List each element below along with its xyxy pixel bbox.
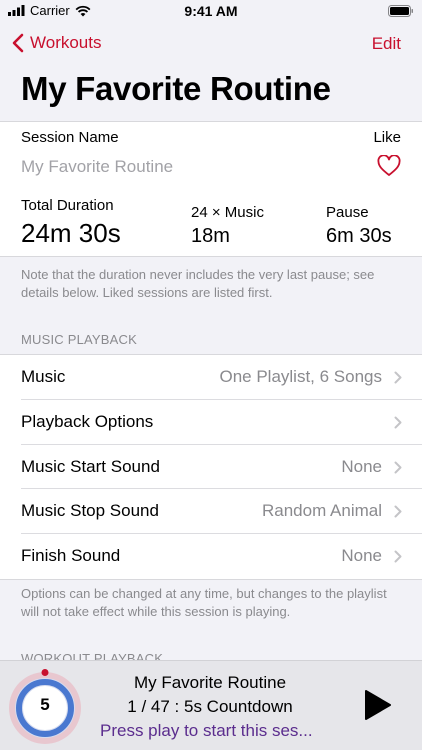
playback-options-row[interactable]: Playback Options xyxy=(0,400,422,445)
music-row[interactable]: Music One Playlist, 6 Songs xyxy=(0,355,422,400)
session-name-label: Session Name xyxy=(21,129,119,146)
edit-button[interactable]: Edit xyxy=(372,34,401,54)
row-label: Music Start Sound xyxy=(21,456,160,476)
player-hint: Press play to start this ses... xyxy=(100,721,313,740)
status-bar: Carrier 9:41 AM xyxy=(0,0,422,24)
chevron-right-icon xyxy=(394,505,402,518)
finish-sound-row[interactable]: Finish Sound None xyxy=(0,534,422,579)
row-value: Random Animal xyxy=(261,501,382,521)
row-value: One Playlist, 6 Songs xyxy=(219,367,382,386)
chevron-left-icon xyxy=(12,33,24,53)
back-label: Workouts xyxy=(30,33,102,52)
navigation-bar: Workouts Edit xyxy=(0,24,422,68)
battery-icon xyxy=(388,4,414,22)
total-duration-label: Total Duration xyxy=(21,197,114,214)
mini-player[interactable]: 5 My Favorite Routine 1 / 47 : 5s Countd… xyxy=(0,660,422,750)
page-title: My Favorite Routine xyxy=(21,70,331,107)
row-label: Music Stop Sound xyxy=(21,501,159,521)
session-name-input[interactable]: My Favorite Routine xyxy=(21,157,173,177)
music-start-sound-row[interactable]: Music Start Sound None xyxy=(0,445,422,490)
total-duration-value: 24m 30s xyxy=(21,218,121,248)
player-title: My Favorite Routine xyxy=(133,673,287,692)
music-playback-header: MUSIC PLAYBACK xyxy=(21,332,137,347)
row-label: Finish Sound xyxy=(21,546,121,566)
chevron-right-icon xyxy=(394,416,402,429)
like-label: Like xyxy=(373,129,401,146)
chevron-right-icon xyxy=(394,371,402,384)
music-playback-list: Music One Playlist, 6 Songs Playback Opt… xyxy=(0,354,422,580)
pause-duration-value: 6m 30s xyxy=(326,225,392,247)
play-button[interactable] xyxy=(364,689,392,726)
music-playback-footer: Options can be changed at any time, but … xyxy=(21,586,387,619)
pause-label: Pause xyxy=(326,204,369,221)
row-value: None xyxy=(341,456,382,476)
duration-note: Note that the duration never includes th… xyxy=(21,267,375,300)
row-label: Playback Options xyxy=(21,411,154,431)
music-count-label: 24 × Music xyxy=(191,204,264,221)
status-time: 9:41 AM xyxy=(184,3,238,19)
player-subtitle: 1 / 47 : 5s Countdown xyxy=(127,697,293,716)
row-value: None xyxy=(341,546,382,566)
play-icon xyxy=(365,690,391,720)
chevron-right-icon xyxy=(394,461,402,474)
music-duration-value: 18m xyxy=(191,225,230,247)
back-button[interactable]: Workouts xyxy=(12,33,102,53)
countdown-number: 5 xyxy=(40,695,50,714)
row-label: Music xyxy=(21,367,66,386)
music-stop-sound-row[interactable]: Music Stop Sound Random Animal xyxy=(0,489,422,534)
chevron-right-icon xyxy=(394,550,402,563)
heart-icon[interactable] xyxy=(377,154,401,182)
